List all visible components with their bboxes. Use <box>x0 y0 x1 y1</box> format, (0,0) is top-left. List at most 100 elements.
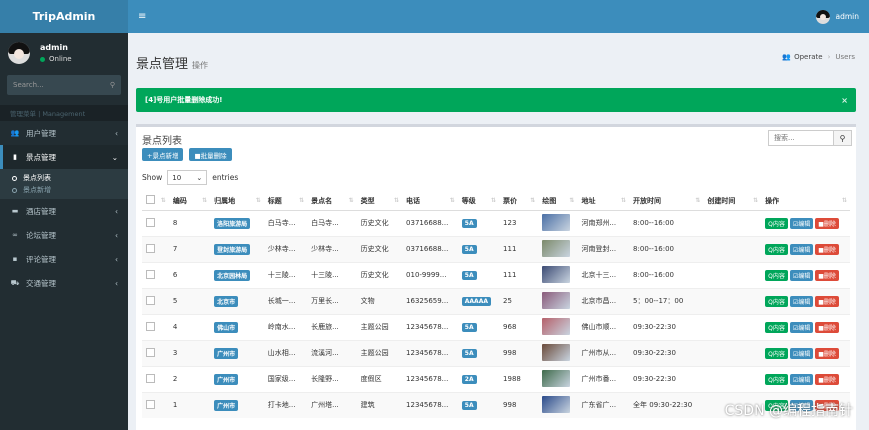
sidebar-subitem-attraction-add[interactable]: 景点新增 <box>0 184 128 196</box>
attraction-thumbnail[interactable] <box>542 343 571 361</box>
sort-icon[interactable]: ⇅ <box>621 197 626 204</box>
sort-icon[interactable]: ⇅ <box>394 197 399 204</box>
attraction-thumbnail[interactable] <box>542 213 571 231</box>
row-checkbox[interactable] <box>146 295 155 305</box>
delete-button[interactable]: ■删除 <box>815 243 839 255</box>
select-all-header[interactable]: ⇅ <box>142 192 169 211</box>
column-header[interactable]: 绘图 ⇅ <box>538 192 578 211</box>
cell-created <box>703 313 762 340</box>
edit-button[interactable]: ☑编辑 <box>789 217 814 229</box>
column-header[interactable]: 票价 ⇅ <box>499 192 539 211</box>
column-header-label: 绘图 <box>542 196 557 205</box>
breadcrumb-item[interactable]: Operate <box>794 53 822 61</box>
column-header[interactable]: 电话 ⇅ <box>402 192 458 211</box>
row-checkbox[interactable] <box>146 243 155 253</box>
row-checkbox[interactable] <box>146 321 155 331</box>
row-checkbox[interactable] <box>146 373 155 383</box>
table-row[interactable]: 2 广州市 国家级... 长隆野... 度假区 12345678... 2A 1988 广州市番… <box>142 365 850 392</box>
column-header[interactable]: 操作 ⇅ <box>761 192 850 211</box>
row-checkbox[interactable] <box>146 217 155 227</box>
view-button[interactable]: Q内容 <box>765 347 788 359</box>
table-row[interactable]: 7 登封旅游局 少林寺... 少林寺... 历史文化 03716688... 5A 111 河南… <box>142 235 850 262</box>
attraction-thumbnail[interactable] <box>542 369 571 387</box>
sidebar-search-input[interactable]: Search... ⚲ <box>7 75 121 95</box>
row-checkbox[interactable] <box>146 269 155 279</box>
entries-label: entries <box>212 173 239 182</box>
attraction-thumbnail[interactable] <box>542 317 571 335</box>
sort-icon[interactable]: ⇅ <box>695 197 700 204</box>
user-menu[interactable]: admin <box>815 9 859 24</box>
view-button[interactable]: Q内容 <box>765 243 788 255</box>
attraction-thumbnail[interactable] <box>542 291 571 309</box>
delete-button[interactable]: ■删除 <box>815 321 839 333</box>
row-checkbox[interactable] <box>146 399 155 409</box>
sidebar-subitem-attraction-list[interactable]: 景点列表 <box>0 172 128 184</box>
table-row[interactable]: 3 广州市 山水相... 流溪河... 主题公园 12345678... 5A 998 广州市从… <box>142 339 850 366</box>
sort-icon[interactable]: ⇅ <box>753 197 758 204</box>
attraction-thumbnail[interactable] <box>542 265 571 283</box>
delete-button[interactable]: ■删除 <box>815 217 839 229</box>
delete-button[interactable]: ■删除 <box>815 347 839 359</box>
add-attraction-button[interactable]: +景点新增 <box>142 148 184 161</box>
view-button[interactable]: Q内容 <box>765 321 788 333</box>
edit-button[interactable]: ☑编辑 <box>789 269 814 281</box>
view-button[interactable]: Q内容 <box>765 269 788 281</box>
view-button[interactable]: Q内容 <box>765 217 788 229</box>
page-title: 景点管理 <box>136 57 189 72</box>
table-row[interactable]: 8 洛阳旅游局 白马寺... 白马寺... 历史文化 03716688... 5A 123 河南… <box>142 209 850 236</box>
column-header[interactable]: 编码 ⇅ <box>168 192 211 211</box>
sort-icon[interactable]: ⇅ <box>349 197 354 204</box>
cell-phone: 12345678... <box>402 339 458 366</box>
sidebar-item-label: 交通管理 <box>26 278 56 288</box>
delete-button[interactable]: ■删除 <box>815 373 839 385</box>
menu-toggle-icon[interactable]: ≡ <box>138 11 146 22</box>
row-checkbox[interactable] <box>146 347 155 357</box>
column-header[interactable]: 归属地 ⇅ <box>210 192 264 211</box>
sidebar-item-hotels[interactable]: ▬ 酒店管理 ‹ <box>0 199 128 223</box>
column-header[interactable]: 创建时间 ⇅ <box>703 192 762 211</box>
search-icon[interactable]: ⚲ <box>834 130 852 146</box>
edit-button[interactable]: ☑编辑 <box>789 373 814 385</box>
column-header[interactable]: 地址 ⇅ <box>577 192 630 211</box>
region-badge: 佛山市 <box>214 321 239 333</box>
column-header[interactable]: 等级 ⇅ <box>457 192 500 211</box>
select-all-checkbox[interactable] <box>146 195 155 205</box>
sort-icon[interactable]: ⇅ <box>450 197 455 204</box>
attraction-thumbnail[interactable] <box>542 395 571 413</box>
column-header[interactable]: 开放时间 ⇅ <box>629 192 704 211</box>
column-header[interactable]: 标题 ⇅ <box>263 192 308 211</box>
table-search-input[interactable] <box>768 130 834 146</box>
batch-delete-button[interactable]: ■批量删除 <box>189 148 232 161</box>
view-button[interactable]: Q内容 <box>765 295 788 307</box>
sidebar-item-traffic[interactable]: ⛟ 交通管理 ‹ <box>0 271 128 295</box>
sort-icon[interactable]: ⇅ <box>530 197 535 204</box>
sort-icon[interactable]: ⇅ <box>569 197 574 204</box>
sidebar-item-forum[interactable]: ∞ 论坛管理 ‹ <box>0 223 128 247</box>
close-icon[interactable]: × <box>841 96 848 105</box>
sort-icon[interactable]: ⇅ <box>299 197 304 204</box>
table-row[interactable]: 4 佛山市 岭南水... 长鹿旅... 主题公园 12345678... 5A 968 佛山市顺… <box>142 313 850 340</box>
edit-button[interactable]: ☑编辑 <box>789 295 814 307</box>
delete-button[interactable]: ■删除 <box>815 269 839 281</box>
table-row[interactable]: 6 北京园林局 十三陵... 十三陵... 历史文化 010-9999... 5A 111 北京… <box>142 261 850 288</box>
sidebar-item-users[interactable]: 👥 用户管理 ‹ <box>0 121 128 145</box>
sidebar-item-comments[interactable]: ▪ 评论管理 ‹ <box>0 247 128 271</box>
edit-button[interactable]: ☑编辑 <box>789 321 814 333</box>
edit-button[interactable]: ☑编辑 <box>789 243 814 255</box>
sort-icon[interactable]: ⇅ <box>256 197 261 204</box>
sort-icon[interactable]: ⇅ <box>491 197 496 204</box>
delete-button[interactable]: ■删除 <box>815 295 839 307</box>
search-icon[interactable]: ⚲ <box>110 81 115 89</box>
app-logo[interactable]: TripAdmin <box>0 0 128 33</box>
view-button[interactable]: Q内容 <box>765 373 788 385</box>
sort-icon[interactable]: ⇅ <box>202 197 207 204</box>
sort-icon[interactable]: ⇅ <box>842 197 847 204</box>
sort-icon[interactable]: ⇅ <box>161 197 166 204</box>
attraction-thumbnail[interactable] <box>542 239 571 257</box>
column-header[interactable]: 类型 ⇅ <box>356 192 403 211</box>
table-row[interactable]: 5 北京市 长城一... 万里长... 文物 16325659... AAAAA 25 北京市昌… <box>142 287 850 314</box>
column-header[interactable]: 景点名 ⇅ <box>307 192 357 211</box>
edit-button[interactable]: ☑编辑 <box>789 347 814 359</box>
page-length-select[interactable]: 10 ⌄ <box>167 170 208 185</box>
sidebar-item-attractions[interactable]: ▮ 景点管理 ⌄ <box>0 145 128 169</box>
